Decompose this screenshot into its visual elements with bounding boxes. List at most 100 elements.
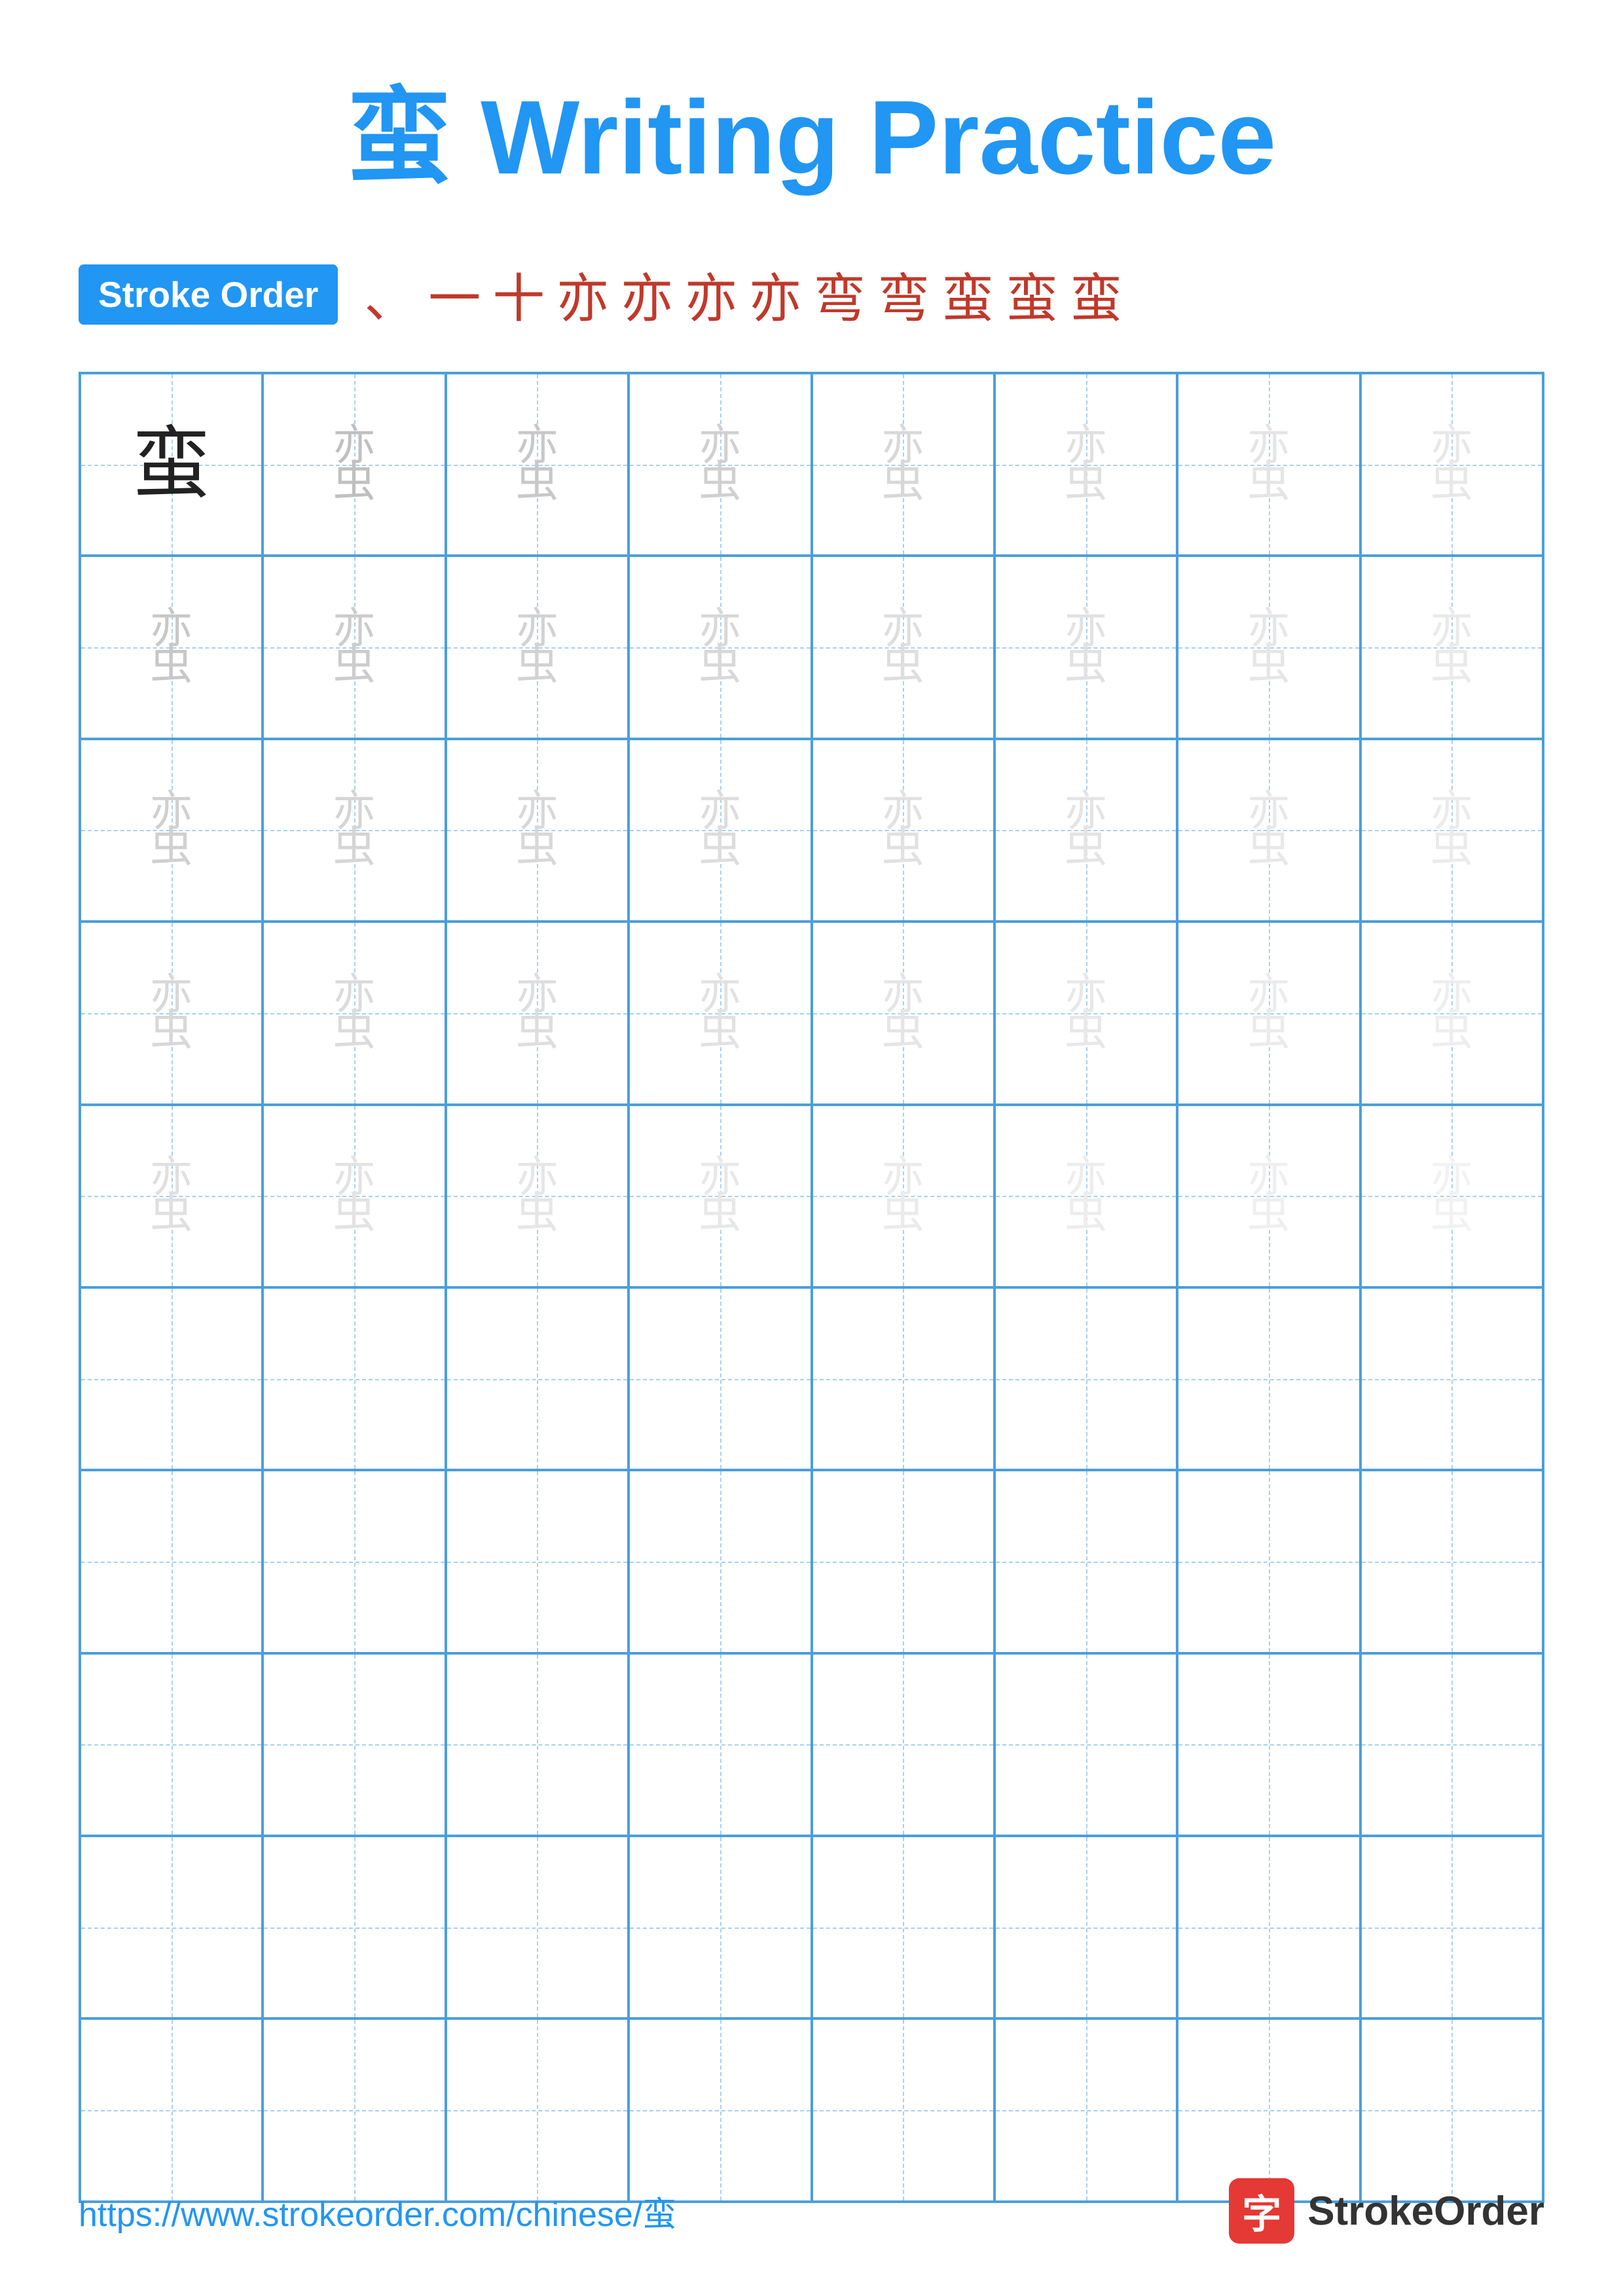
practice-char: 亦 虫: [1431, 428, 1473, 501]
grid-cell-empty[interactable]: [1360, 1653, 1543, 1836]
stroke-11: 蛮: [1006, 257, 1058, 332]
grid-cell[interactable]: 亦 虫: [1360, 739, 1543, 922]
grid-cell[interactable]: 亦 虫: [1360, 1105, 1543, 1287]
practice-char: 亦 虫: [1247, 1160, 1290, 1232]
grid-cell-empty[interactable]: [1360, 1287, 1543, 1470]
practice-char: 亦 虫: [1431, 611, 1473, 684]
grid-cell-empty[interactable]: [263, 2018, 445, 2201]
grid-cell[interactable]: 亦 虫: [263, 1105, 445, 1287]
practice-grid: 蛮 亦 虫 亦 虫 亦 虫 亦 虫: [79, 372, 1544, 2203]
grid-cell[interactable]: 亦 虫: [812, 1105, 994, 1287]
grid-cell[interactable]: 亦 虫: [1177, 1105, 1360, 1287]
grid-cell-empty[interactable]: [446, 1836, 629, 2018]
grid-cell-empty[interactable]: [1177, 1836, 1360, 2018]
grid-cell[interactable]: 亦 虫: [80, 922, 263, 1104]
practice-char: 亦 虫: [333, 794, 376, 867]
stroke-8: 弯: [813, 257, 866, 332]
grid-cell-empty[interactable]: [812, 2018, 994, 2201]
grid-cell[interactable]: 亦 虫: [263, 922, 445, 1104]
grid-cell-empty[interactable]: [80, 1470, 263, 1653]
practice-char: 亦 虫: [1431, 1160, 1473, 1232]
grid-cell-empty[interactable]: [629, 1470, 811, 1653]
practice-char: 亦 虫: [1247, 794, 1290, 867]
grid-cell[interactable]: 亦 虫: [446, 922, 629, 1104]
grid-cell-empty[interactable]: [994, 1287, 1177, 1470]
grid-cell[interactable]: 亦 虫: [446, 556, 629, 738]
grid-cell-empty[interactable]: [994, 1653, 1177, 1836]
stroke-6: 亦: [685, 257, 737, 332]
grid-cell[interactable]: 亦 虫: [812, 556, 994, 738]
grid-cell-empty[interactable]: [446, 1653, 629, 1836]
grid-cell-empty[interactable]: [1177, 1470, 1360, 1653]
grid-cell[interactable]: 亦 虫: [1360, 373, 1543, 556]
grid-cell[interactable]: 亦 虫: [812, 739, 994, 922]
grid-cell-empty[interactable]: [812, 1653, 994, 1836]
grid-cell[interactable]: 亦 虫: [263, 556, 445, 738]
grid-cell[interactable]: 亦 虫: [812, 373, 994, 556]
grid-cell[interactable]: 亦 虫: [994, 373, 1177, 556]
grid-cell-empty[interactable]: [263, 1287, 445, 1470]
grid-cell-empty[interactable]: [263, 1470, 445, 1653]
grid-cell[interactable]: 亦 虫: [446, 373, 629, 556]
practice-char: 亦 虫: [699, 1160, 741, 1232]
grid-cell-empty[interactable]: [446, 1470, 629, 1653]
grid-cell-empty[interactable]: [80, 1653, 263, 1836]
grid-cell[interactable]: 亦 虫: [80, 1105, 263, 1287]
grid-cell-empty[interactable]: [994, 1470, 1177, 1653]
grid-cell-empty[interactable]: [1177, 2018, 1360, 2201]
grid-cell-empty[interactable]: [446, 2018, 629, 2201]
grid-cell-empty[interactable]: [263, 1653, 445, 1836]
grid-cell-empty[interactable]: [1177, 1287, 1360, 1470]
grid-cell-empty[interactable]: [263, 1836, 445, 2018]
grid-cell[interactable]: 亦 虫: [994, 922, 1177, 1104]
grid-cell[interactable]: 亦 虫: [1360, 922, 1543, 1104]
grid-cell[interactable]: 亦 虫: [629, 1105, 811, 1287]
grid-cell[interactable]: 亦 虫: [994, 1105, 1177, 1287]
practice-char: 亦 虫: [1065, 977, 1107, 1050]
grid-cell-empty[interactable]: [629, 2018, 811, 2201]
grid-cell-empty[interactable]: [446, 1287, 629, 1470]
practice-char: 亦 虫: [333, 977, 376, 1050]
grid-cell-empty[interactable]: [629, 1653, 811, 1836]
grid-cell-empty[interactable]: [1177, 1653, 1360, 1836]
grid-cell[interactable]: 亦 虫: [812, 922, 994, 1104]
grid-cell[interactable]: 亦 虫: [629, 556, 811, 738]
grid-cell[interactable]: 亦 虫: [629, 373, 811, 556]
practice-char: 亦 虫: [1065, 428, 1107, 501]
grid-cell[interactable]: 亦 虫: [263, 373, 445, 556]
grid-cell[interactable]: 亦 虫: [1177, 373, 1360, 556]
grid-cell[interactable]: 亦 虫: [1177, 739, 1360, 922]
grid-cell[interactable]: 亦 虫: [629, 922, 811, 1104]
grid-cell-empty[interactable]: [80, 2018, 263, 2201]
grid-cell[interactable]: 亦 虫: [1177, 556, 1360, 738]
grid-cell-empty[interactable]: [629, 1836, 811, 2018]
grid-cell-empty[interactable]: [1360, 2018, 1543, 2201]
grid-cell[interactable]: 亦 虫: [446, 1105, 629, 1287]
grid-cell[interactable]: 亦 虫: [994, 556, 1177, 738]
grid-cell-empty[interactable]: [629, 1287, 811, 1470]
grid-cell-empty[interactable]: [994, 1836, 1177, 2018]
practice-char: 亦 虫: [150, 1160, 192, 1232]
practice-char: 亦 虫: [516, 611, 558, 684]
grid-cell[interactable]: 亦 虫: [1177, 922, 1360, 1104]
grid-cell[interactable]: 亦 虫: [263, 739, 445, 922]
grid-cell[interactable]: 蛮: [80, 373, 263, 556]
grid-cell[interactable]: 亦 虫: [80, 556, 263, 738]
grid-cell-empty[interactable]: [1360, 1470, 1543, 1653]
grid-cell-empty[interactable]: [812, 1836, 994, 2018]
grid-cell-empty[interactable]: [80, 1287, 263, 1470]
practice-char: 亦 虫: [1247, 611, 1290, 684]
grid-cell[interactable]: 亦 虫: [629, 739, 811, 922]
grid-cell[interactable]: 亦 虫: [446, 739, 629, 922]
page: 蛮 Writing Practice Stroke Order 、 一 十 亦 …: [0, 0, 1623, 2296]
grid-cell[interactable]: 亦 虫: [80, 739, 263, 922]
grid-cell-empty[interactable]: [80, 1836, 263, 2018]
grid-cell-empty[interactable]: [994, 2018, 1177, 2201]
grid-cell-empty[interactable]: [812, 1470, 994, 1653]
grid-cell[interactable]: 亦 虫: [994, 739, 1177, 922]
grid-cell[interactable]: 亦 虫: [1360, 556, 1543, 738]
practice-char: 亦 虫: [1065, 611, 1107, 684]
grid-cell-empty[interactable]: [1360, 1836, 1543, 2018]
footer-url[interactable]: https://www.strokeorder.com/chinese/蛮: [79, 2187, 676, 2236]
grid-cell-empty[interactable]: [812, 1287, 994, 1470]
